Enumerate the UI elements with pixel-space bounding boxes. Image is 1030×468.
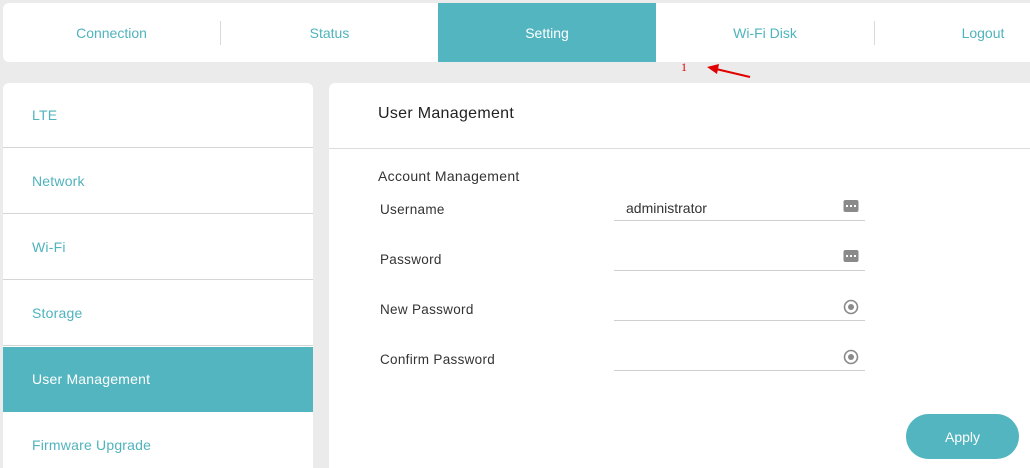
page-title: User Management — [378, 105, 515, 122]
keyboard-icon[interactable] — [843, 198, 859, 214]
sidebar-item-lte[interactable]: LTE — [3, 83, 313, 148]
sidebar-item-wifi[interactable]: Wi-Fi — [3, 215, 313, 280]
apply-button[interactable]: Apply — [906, 414, 1019, 459]
sidebar-item-network[interactable]: Network — [3, 149, 313, 214]
sidebar-item-user-management[interactable]: User Management — [3, 347, 313, 412]
annotation-number-1: 1 — [681, 60, 687, 74]
tab-connection[interactable]: Connection — [3, 3, 220, 62]
username-field[interactable] — [614, 195, 865, 221]
sidebar-item-storage[interactable]: Storage — [3, 281, 313, 346]
main-panel: User Management Account Management Usern… — [329, 83, 1030, 468]
new-password-field[interactable] — [614, 295, 865, 321]
confirm-password-field[interactable] — [614, 345, 865, 371]
eye-icon[interactable] — [843, 349, 859, 365]
new-password-label: New Password — [380, 302, 474, 317]
keyboard-icon[interactable] — [843, 248, 859, 264]
password-label: Password — [380, 252, 442, 267]
title-divider — [329, 148, 1030, 149]
top-navigation: Connection Status Setting Wi-Fi Disk Log… — [3, 3, 1030, 62]
tab-wifi-disk[interactable]: Wi-Fi Disk — [656, 3, 874, 62]
annotation-arrow-1 — [707, 64, 751, 78]
sidebar-item-firmware-upgrade[interactable]: Firmware Upgrade — [3, 413, 313, 468]
tab-logout[interactable]: Logout — [875, 3, 1030, 62]
section-title: Account Management — [378, 168, 520, 184]
sidebar: LTE Network Wi-Fi Storage User Managemen… — [3, 83, 313, 468]
username-label: Username — [380, 202, 445, 217]
tab-setting[interactable]: Setting — [438, 3, 656, 62]
confirm-password-label: Confirm Password — [380, 352, 496, 367]
tab-status[interactable]: Status — [221, 3, 438, 62]
eye-icon[interactable] — [843, 299, 859, 315]
password-field[interactable] — [614, 245, 865, 271]
